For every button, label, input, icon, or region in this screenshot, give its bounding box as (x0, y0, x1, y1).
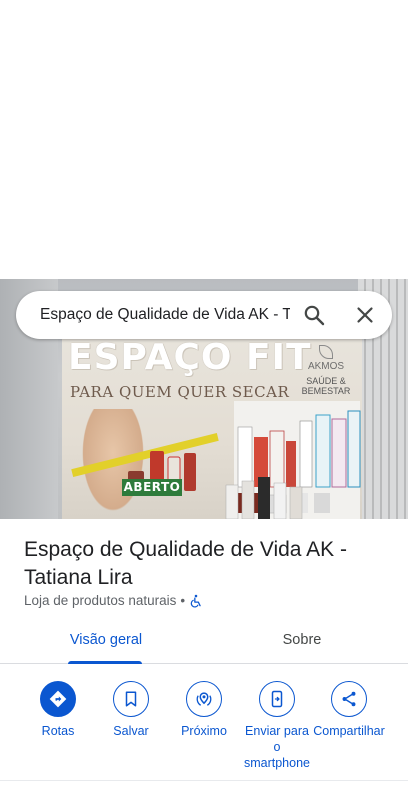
bookmark-icon (125, 691, 137, 707)
send-to-phone-button[interactable]: Enviar para o smartphone (241, 679, 313, 771)
save-label: Salvar (113, 724, 149, 738)
poster-title: ESPAÇO FIT (68, 337, 312, 378)
store-poster: ESPAÇO FIT PARA QUEM QUER SECAR AKMOS SA… (62, 331, 362, 519)
nearby-circle[interactable] (186, 681, 222, 717)
directions-button[interactable]: Rotas (22, 679, 94, 739)
poster-subtitle: PARA QUEM QUER SECAR (70, 383, 290, 401)
brand-tagline: SAÚDE & BEMESTAR (301, 376, 351, 396)
tab-overview[interactable]: Visão geral (42, 618, 170, 664)
search-bar[interactable]: Espaço de Qualidade de Vida AK - T (16, 291, 392, 339)
send-to-phone-icon (271, 690, 283, 708)
bottom-divider (0, 780, 408, 781)
save-button[interactable]: Salvar (95, 679, 167, 739)
directions-icon (49, 690, 67, 708)
product-bottles-bottom (225, 477, 303, 519)
share-label: Compartilhar (313, 724, 385, 738)
nearby-label: Próximo (181, 724, 227, 738)
close-icon[interactable] (353, 303, 377, 327)
share-circle[interactable] (331, 681, 367, 717)
search-icon[interactable] (302, 303, 326, 327)
meta-separator: • (180, 593, 186, 608)
tab-overview-label: Visão geral (69, 632, 143, 648)
leaf-icon (319, 345, 333, 359)
tab-about[interactable]: Sobre (238, 618, 366, 664)
place-tabs: Visão geral Sobre (0, 618, 408, 664)
send-to-phone-label: Enviar para o smartphone (243, 724, 310, 770)
action-buttons: Rotas Salvar Próximo Enviar para o smart… (0, 679, 408, 779)
wheelchair-accessible-icon (190, 594, 201, 607)
open-sign: ABERTO (122, 479, 182, 496)
nearby-icon (196, 692, 212, 706)
save-circle[interactable] (113, 681, 149, 717)
place-title: Espaço de Qualidade de Vida AK - Tatiana… (24, 538, 348, 589)
share-button[interactable]: Compartilhar (313, 679, 385, 739)
share-icon (342, 691, 356, 707)
tab-about-label: Sobre (282, 632, 322, 648)
nearby-button[interactable]: Próximo (168, 679, 240, 739)
directions-label: Rotas (41, 724, 75, 738)
place-category: Loja de produtos naturais (24, 593, 177, 608)
map-area[interactable] (0, 0, 408, 279)
search-input[interactable]: Espaço de Qualidade de Vida AK - T (40, 306, 290, 324)
send-to-phone-circle[interactable] (259, 681, 295, 717)
brand-name: AKMOS (307, 361, 345, 372)
place-meta: Loja de produtos naturais • (24, 593, 203, 608)
brand-logo: AKMOS SAÚDE & BEMESTAR (294, 345, 358, 396)
directions-circle[interactable] (40, 681, 76, 717)
active-tab-indicator (68, 661, 142, 664)
